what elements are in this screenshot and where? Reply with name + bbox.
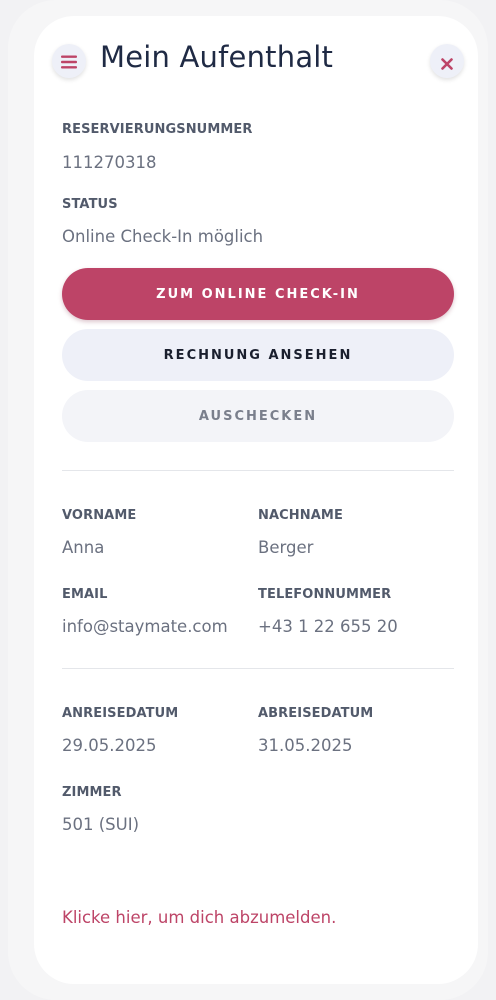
section-divider: [62, 668, 454, 669]
phone-frame: Mein Aufenthalt RESERVIERUNGSNUMMER 1112…: [0, 0, 496, 1000]
room-value: 501 (SUI): [62, 815, 140, 834]
lastname-label: NACHNAME: [258, 508, 343, 523]
arrival-date-value: 29.05.2025: [62, 736, 157, 755]
phone-label: TELEFONNUMMER: [258, 587, 392, 602]
departure-date-label: ABREISEDATUM: [258, 706, 374, 721]
phone-side-button: [0, 160, 6, 230]
room-label: ZIMMER: [62, 785, 122, 800]
section-divider: [62, 470, 454, 471]
reservation-number-value: 111270318: [62, 153, 157, 172]
email-value: info@staymate.com: [62, 617, 228, 636]
departure-date-value: 31.05.2025: [258, 736, 353, 755]
status-value: Online Check-In möglich: [62, 227, 264, 246]
online-checkin-button[interactable]: ZUM ONLINE CHECK-IN: [62, 268, 454, 320]
phone-value: +43 1 22 655 20: [258, 617, 398, 636]
email-label: EMAIL: [62, 587, 108, 602]
app-screen: Mein Aufenthalt RESERVIERUNGSNUMMER 1112…: [34, 16, 478, 984]
hamburger-menu-icon: [61, 54, 77, 69]
menu-button[interactable]: [52, 44, 86, 78]
lastname-value: Berger: [258, 538, 314, 557]
firstname-label: VORNAME: [62, 508, 137, 523]
phone-side-button: [490, 160, 496, 260]
reservation-number-label: RESERVIERUNGSNUMMER: [62, 122, 253, 137]
arrival-date-label: ANREISEDATUM: [62, 706, 179, 721]
logout-link[interactable]: Klicke hier, um dich abzumelden.: [62, 908, 336, 927]
status-label: STATUS: [62, 197, 118, 212]
phone-side-button: [0, 258, 6, 328]
view-invoice-button[interactable]: RECHNUNG ANSEHEN: [62, 329, 454, 381]
page-title: Mein Aufenthalt: [100, 40, 334, 74]
close-button[interactable]: [430, 44, 464, 78]
app-header: Mein Aufenthalt: [34, 16, 478, 106]
checkout-button[interactable]: AUSCHECKEN: [62, 390, 454, 442]
close-icon: [441, 55, 453, 70]
firstname-value: Anna: [62, 538, 105, 557]
